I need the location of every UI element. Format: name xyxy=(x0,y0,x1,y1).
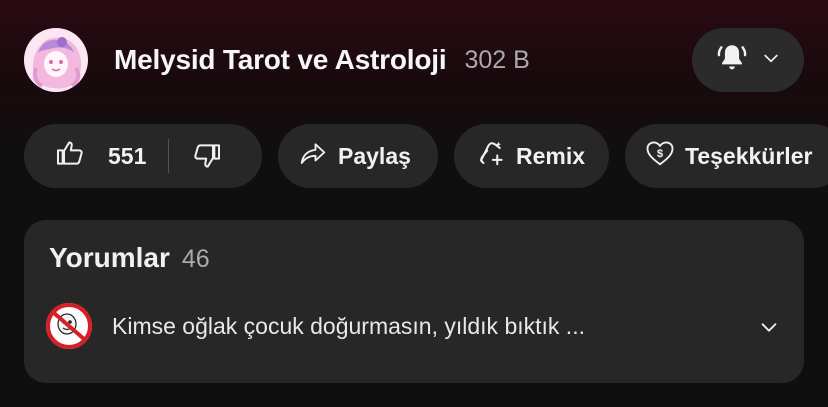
thanks-label: Teşekkürler xyxy=(685,142,813,169)
heart-dollar-icon: $ xyxy=(645,138,675,174)
comments-section[interactable]: Yorumlar 46 Kimse oğlak çocuk doğurmasın… xyxy=(24,220,804,383)
remix-button[interactable]: Remix xyxy=(454,124,609,188)
channel-header: Melysid Tarot ve Astroloji 302 B xyxy=(24,28,804,92)
thumbs-down-icon[interactable] xyxy=(191,140,223,172)
notification-button[interactable] xyxy=(692,28,804,92)
thanks-button[interactable]: $ Teşekkürler xyxy=(625,124,828,188)
comments-header: Yorumlar 46 xyxy=(49,242,210,274)
bell-ringing-icon xyxy=(715,41,749,80)
commenter-avatar xyxy=(46,303,92,349)
thumbs-up-icon[interactable] xyxy=(54,137,86,175)
chevron-down-icon xyxy=(761,48,781,73)
channel-avatar[interactable] xyxy=(24,28,88,92)
top-comment[interactable]: Kimse oğlak çocuk doğurmasın, yıldık bık… xyxy=(46,303,782,349)
comments-count: 46 xyxy=(181,245,210,273)
chevron-down-icon[interactable] xyxy=(758,316,780,343)
subscriber-count: 302 B xyxy=(464,45,530,74)
action-buttons: 551 Paylaş Remix $ Teşekkürler xyxy=(24,124,828,188)
remix-label: Remix xyxy=(516,142,586,169)
share-button[interactable]: Paylaş xyxy=(278,124,438,188)
like-count[interactable]: 551 xyxy=(108,143,146,170)
like-divider xyxy=(168,139,170,173)
channel-name[interactable]: Melysid Tarot ve Astroloji xyxy=(114,44,447,76)
comment-text: Kimse oğlak çocuk doğurmasın, yıldık bık… xyxy=(112,312,585,339)
channel-avatar-art xyxy=(24,28,88,92)
like-dislike-group: 551 xyxy=(24,124,262,188)
share-arrow-icon xyxy=(298,138,328,174)
share-label: Paylaş xyxy=(338,142,411,169)
svg-text:$: $ xyxy=(657,148,664,160)
comments-title: Yorumlar xyxy=(49,242,170,273)
remix-icon xyxy=(476,138,506,174)
